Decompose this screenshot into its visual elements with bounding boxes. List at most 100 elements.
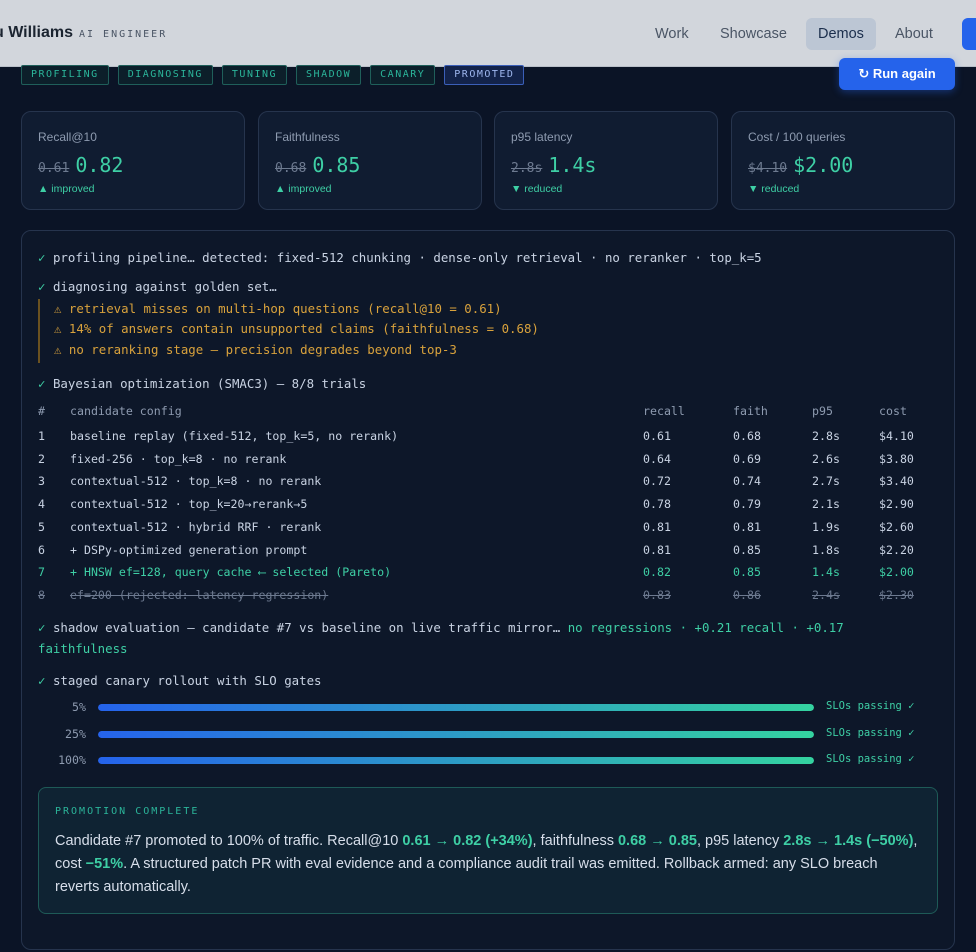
metric-delta: ▼ reduced: [511, 183, 563, 195]
trial-config: + HNSW ef=128, query cache ⟵ selected (P…: [70, 565, 392, 579]
stage-tag-tuning: TUNING: [221, 65, 288, 85]
canary-step-status: SLOs passing ✓: [826, 753, 915, 765]
promotion-text: Candidate #7 promoted to 100% of traffic…: [55, 830, 921, 899]
log-profiling-text: profiling pipeline… detected: fixed-512 …: [52, 250, 762, 265]
canary-progress-track: [98, 757, 814, 764]
metric-card-latency: p95 latency 2.8s 1.4s ▼ reduced: [494, 111, 718, 210]
log-shadow-text: shadow evaluation — candidate #7 vs base…: [52, 620, 561, 635]
trial-cost: $2.60: [879, 520, 914, 534]
trial-cost: $2.30: [879, 588, 914, 602]
promotion-text-part: , faithfulness: [532, 833, 618, 849]
warning-block: ⚠ retrieval misses on multi-hop question…: [38, 299, 539, 363]
trial-p95: 2.1s: [812, 497, 840, 511]
trial-cost: $4.10: [879, 429, 914, 443]
trial-p95: 2.4s: [812, 588, 840, 602]
run-again-button[interactable]: ↻ Run again: [839, 58, 955, 90]
metric-new-value: $2.00: [793, 153, 854, 177]
warning-item: ⚠ retrieval misses on multi-hop question…: [54, 301, 502, 316]
col-header-p95: p95: [812, 404, 833, 418]
canary-progress-track: [98, 704, 814, 711]
canary-step-status: SLOs passing ✓: [826, 700, 915, 712]
canary-progress-fill: [98, 704, 814, 711]
promotion-text-part: , p95 latency: [696, 833, 784, 849]
trial-config: contextual-512 · top_k=20→rerank→5: [70, 497, 308, 511]
metric-old-value: 2.8s: [511, 161, 543, 176]
metric-label: Cost / 100 queries: [748, 130, 846, 144]
trial-cost: $2.20: [879, 543, 914, 557]
promotion-highlight: −51%: [85, 856, 124, 872]
canary-progress-fill: [98, 731, 814, 738]
promotion-highlight: 0.61 → 0.82 (+34%): [402, 833, 533, 849]
trial-cost: $2.00: [879, 565, 914, 579]
trial-config: contextual-512 · hybrid RRF · rerank: [70, 520, 322, 534]
metric-card-faithfulness: Faithfulness 0.68 0.85 ▲ improved: [258, 111, 482, 210]
pipeline-log-panel: ✓ profiling pipeline… detected: fixed-51…: [21, 230, 955, 950]
nav-link-demos[interactable]: Demos: [806, 18, 876, 50]
log-optimization: ✓ Bayesian optimization (SMAC3) — 8/8 tr…: [38, 376, 366, 391]
trial-p95: 2.8s: [812, 429, 840, 443]
trial-faith: 0.74: [733, 474, 761, 488]
brand[interactable]: u Williams AI ENGINEER: [0, 24, 167, 42]
metric-old-value: $4.10: [748, 161, 788, 176]
col-header-faith: faith: [733, 404, 768, 418]
trial-faith: 0.79: [733, 497, 761, 511]
trial-recall: 0.78: [643, 497, 671, 511]
trial-p95: 2.6s: [812, 452, 840, 466]
log-shadow: ✓ shadow evaluation — candidate #7 vs ba…: [38, 617, 918, 659]
trial-faith: 0.86: [733, 588, 761, 602]
stage-tag-diagnosing: DIAGNOSING: [117, 65, 213, 85]
promotion-text-part: Candidate #7 promoted to 100% of traffic…: [55, 833, 403, 849]
canary-progress-track: [98, 731, 814, 738]
stage-tag-promoted: PROMOTED: [444, 65, 525, 85]
metric-new-value: 0.82: [75, 153, 124, 177]
trial-index: 2: [38, 452, 45, 466]
metric-new-value: 0.85: [312, 153, 361, 177]
trial-recall: 0.64: [643, 452, 671, 466]
col-header-config: candidate config: [70, 404, 182, 418]
canary-step-percent: 100%: [58, 753, 86, 767]
stage-tags: PROFILING DIAGNOSING TUNING SHADOW CANAR…: [21, 65, 525, 85]
check-icon: ✓: [38, 279, 46, 294]
trial-index: 4: [38, 497, 45, 511]
trial-faith: 0.81: [733, 520, 761, 534]
check-icon: ✓: [38, 376, 46, 391]
trial-recall: 0.72: [643, 474, 671, 488]
trial-config: baseline replay (fixed-512, top_k=5, no …: [70, 429, 399, 443]
nav-cta-button[interactable]: [962, 18, 976, 50]
canary-step-percent: 5%: [72, 700, 86, 714]
log-diagnosing: ✓ diagnosing against golden set…: [38, 279, 277, 294]
col-header-cost: cost: [879, 404, 907, 418]
promotion-highlight: 0.68 → 0.85: [617, 833, 697, 849]
col-header-index: #: [38, 404, 45, 418]
metric-label: p95 latency: [511, 130, 573, 144]
nav-link-showcase[interactable]: Showcase: [708, 18, 799, 50]
check-icon: ✓: [38, 620, 46, 635]
trial-faith: 0.85: [733, 543, 761, 557]
trial-index: 8: [38, 588, 45, 602]
top-nav: u Williams AI ENGINEER Work Showcase Demo…: [0, 0, 976, 67]
nav-link-about[interactable]: About: [883, 18, 945, 50]
trial-config: ef=200 (rejected: latency regression): [70, 588, 329, 602]
nav-link-work[interactable]: Work: [643, 18, 701, 50]
trial-recall: 0.82: [643, 565, 671, 579]
trial-cost: $3.40: [879, 474, 914, 488]
log-optimization-text: Bayesian optimization (SMAC3) — 8/8 tria…: [52, 376, 367, 391]
trial-index: 1: [38, 429, 45, 443]
metric-new-value: 1.4s: [548, 153, 597, 177]
metric-old-value: 0.68: [275, 161, 307, 176]
metric-card-recall: Recall@10 0.61 0.82 ▲ improved: [21, 111, 245, 210]
stage-tag-profiling: PROFILING: [21, 65, 109, 85]
metric-delta: ▲ improved: [275, 183, 332, 195]
metric-card-cost: Cost / 100 queries $4.10 $2.00 ▼ reduced: [731, 111, 955, 210]
trial-p95: 2.7s: [812, 474, 840, 488]
metric-delta: ▼ reduced: [748, 183, 800, 195]
trial-faith: 0.85: [733, 565, 761, 579]
trial-config: fixed-256 · top_k=8 · no rerank: [70, 452, 287, 466]
trial-p95: 1.8s: [812, 543, 840, 557]
trial-recall: 0.83: [643, 588, 671, 602]
canary-progress-fill: [98, 757, 814, 764]
trial-p95: 1.9s: [812, 520, 840, 534]
trial-index: 6: [38, 543, 45, 557]
check-icon: ✓: [38, 250, 46, 265]
trial-config: + DSPy-optimized generation prompt: [70, 543, 308, 557]
